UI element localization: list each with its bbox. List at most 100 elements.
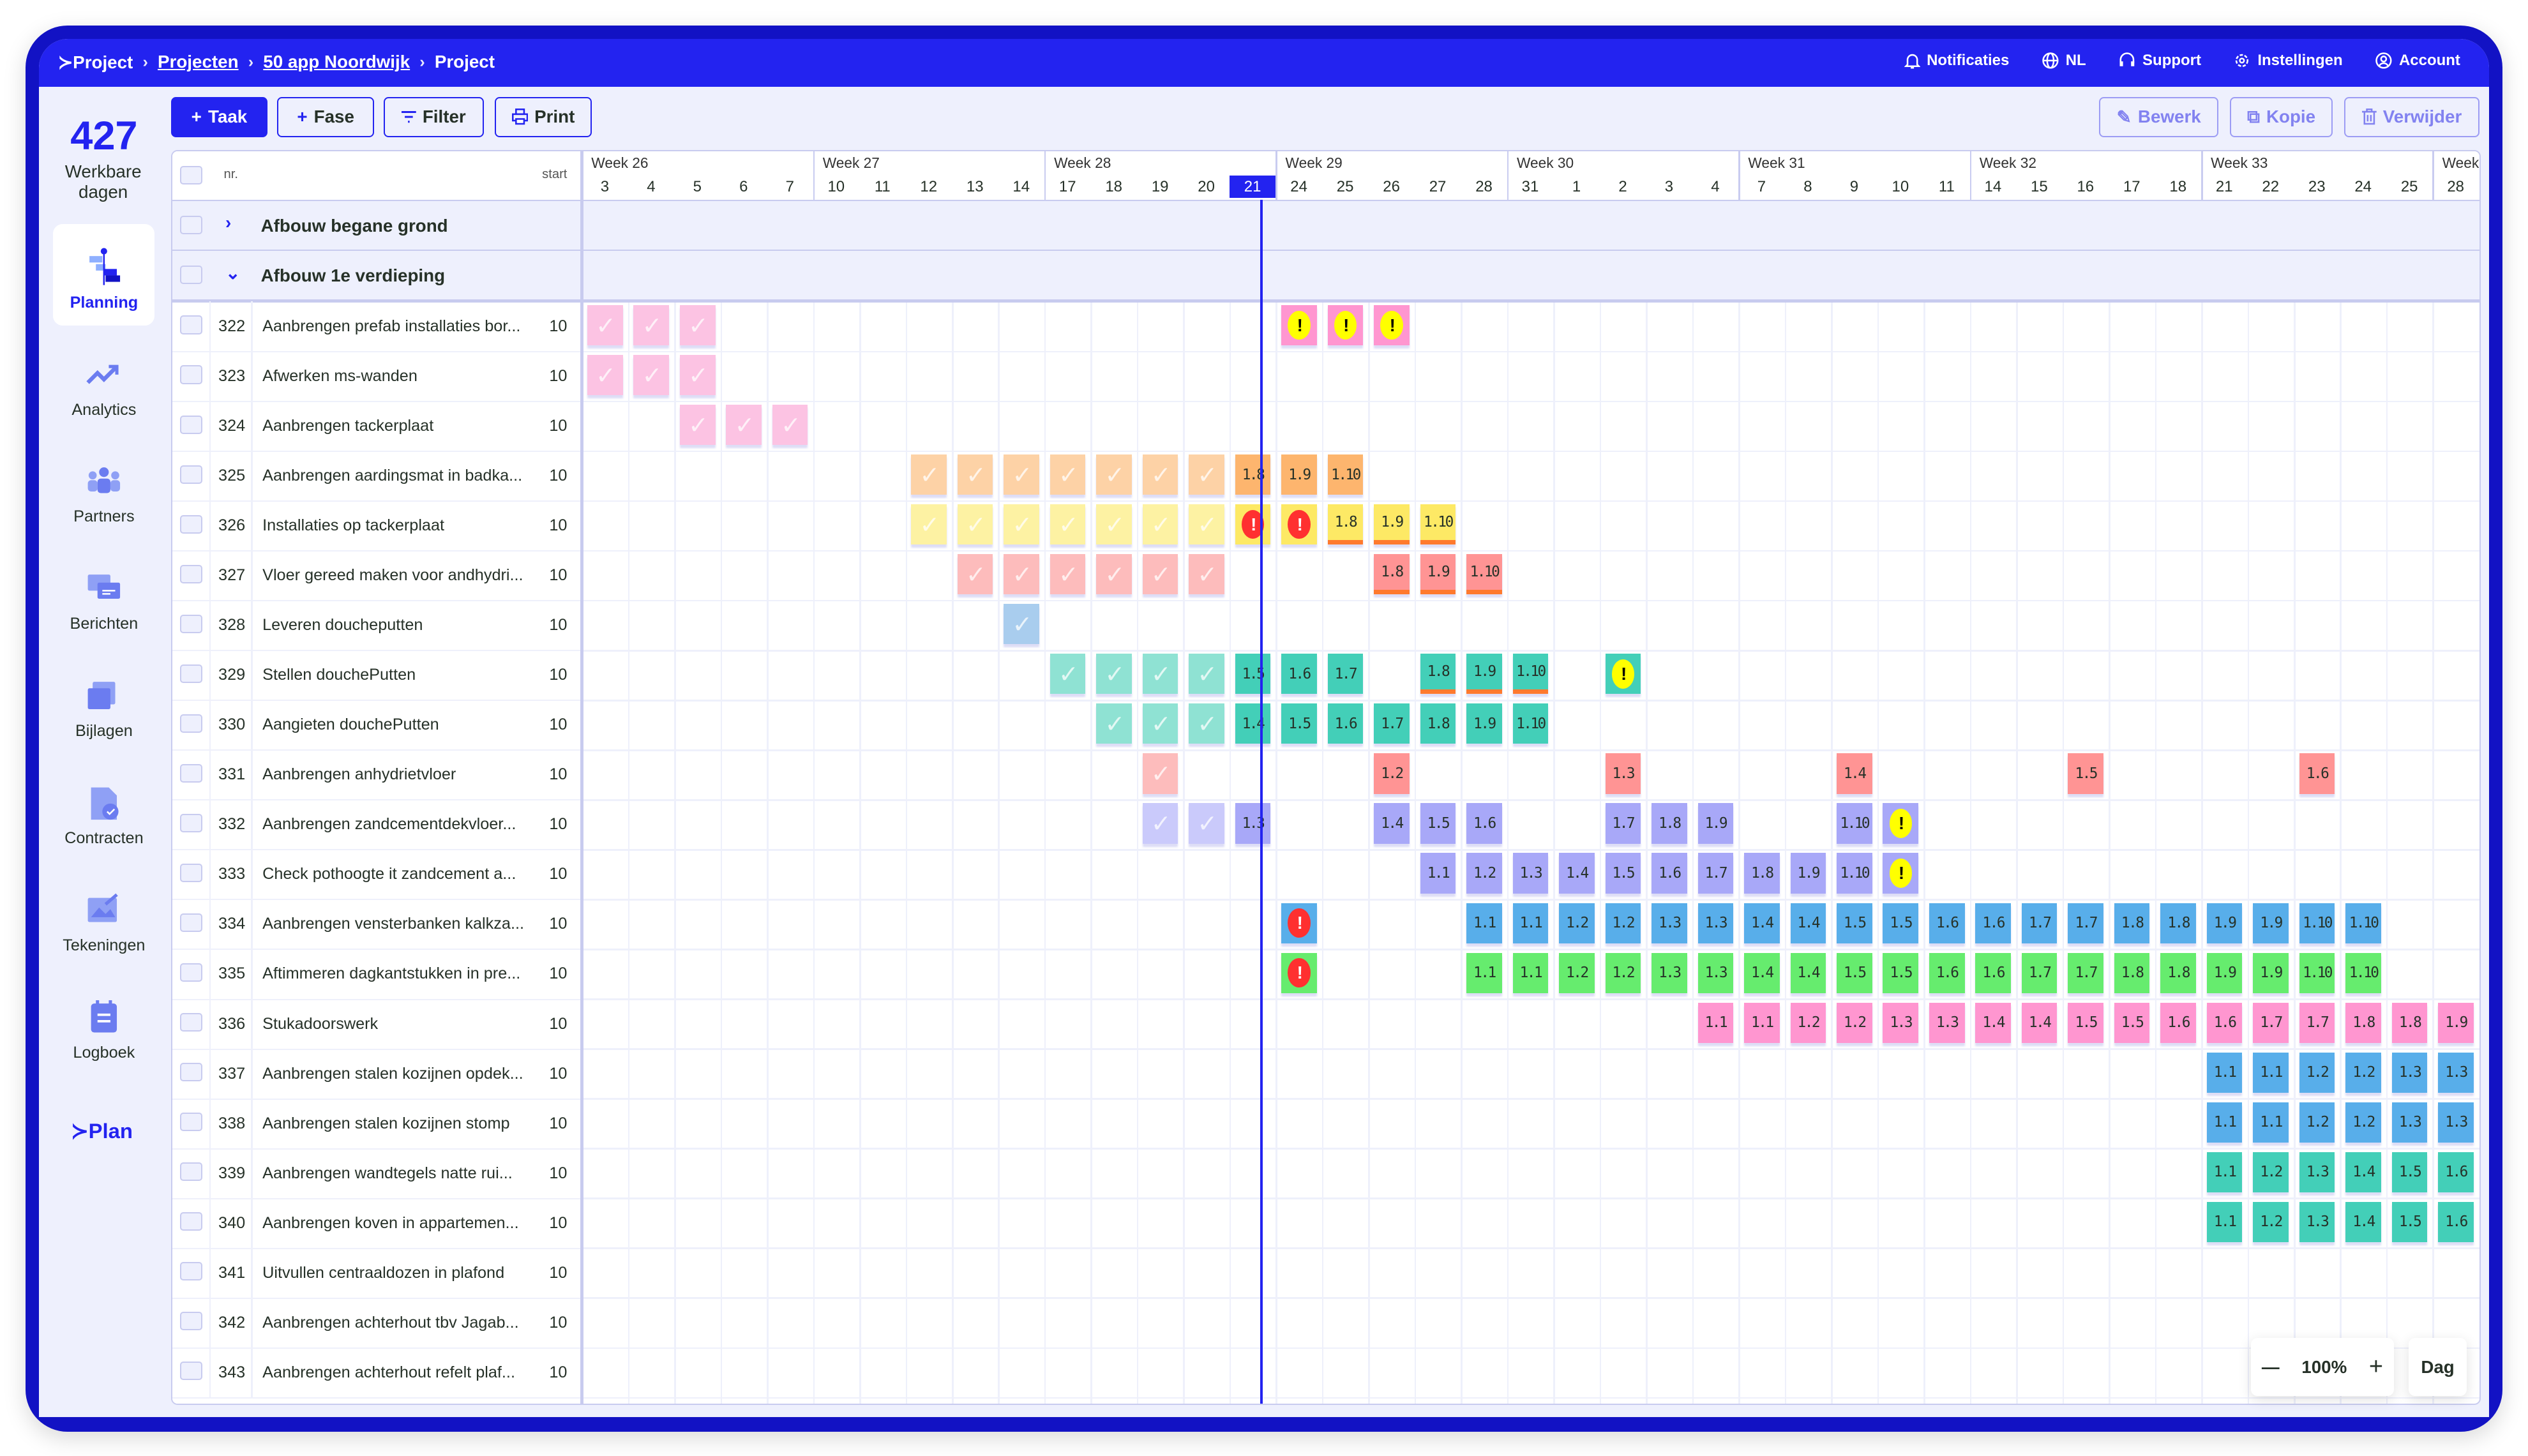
task-name[interactable]: Aanbrengen koven in appartemen... [262,1214,518,1233]
task-row[interactable]: 332 Aanbrengen zandcementdekvloer... 10 [172,799,580,851]
task-block[interactable]: 1.9 [2253,903,2289,943]
task-block-done[interactable]: ✓ [1096,504,1132,545]
day-label[interactable]: 22 [2248,176,2294,198]
day-label[interactable]: 9 [1831,176,1877,198]
task-block[interactable]: 1.7 [2068,952,2103,993]
day-label[interactable]: 28 [1461,176,1507,198]
row-checkbox[interactable] [180,1362,202,1381]
task-block[interactable]: 1.6 [2160,1002,2196,1043]
task-block-done[interactable]: ✓ [1142,654,1178,694]
task-block[interactable]: 1.10 [1512,654,1549,694]
row-checkbox[interactable] [180,564,202,583]
task-block[interactable]: 1.5 [1837,952,1872,993]
task-block-done[interactable]: ✓ [1189,554,1224,595]
task-block-done[interactable]: ✓ [911,454,947,495]
task-block-warning[interactable]: ! [1327,305,1364,346]
task-block[interactable]: 1.4 [1744,952,1780,993]
task-block[interactable]: 1.10 [1837,803,1872,844]
task-row[interactable]: 340 Aanbrengen koven in appartemen... 10 [172,1197,580,1249]
task-block[interactable]: 1.4 [1559,853,1595,894]
task-block-done[interactable]: ✓ [1050,554,1086,595]
task-name[interactable]: Stellen douchePutten [262,666,416,684]
task-block[interactable]: 1.4 [1744,903,1780,943]
row-checkbox[interactable] [180,763,202,783]
task-block[interactable]: 1.1 [2206,1102,2243,1143]
day-label[interactable]: 6 [721,176,767,198]
task-block[interactable]: 1.10 [2299,903,2335,943]
nav-instellingen[interactable]: Instellingen [2233,52,2343,70]
task-block-warning[interactable]: ! [1883,803,1919,844]
task-block-done[interactable]: ✓ [587,355,623,396]
task-block-done[interactable]: ✓ [1142,554,1178,595]
task-block[interactable]: 1.9 [2206,952,2243,993]
task-block[interactable]: 1.4 [1235,703,1271,744]
task-block[interactable]: 1.2 [1559,903,1595,943]
task-row[interactable]: 326 Installaties op tackerplaat 10 [172,500,580,552]
sidebar-item-bijlagen[interactable]: Bijlagen [53,653,154,754]
task-block[interactable]: 1.4 [2345,1201,2381,1242]
task-block[interactable]: 1.3 [2299,1201,2335,1242]
task-block-warning[interactable]: ! [1281,504,1317,545]
task-block[interactable]: 1.7 [2021,903,2058,943]
day-label[interactable]: 21 [2201,176,2247,198]
task-row[interactable]: 325 Aanbrengen aardingsmat in badka... 10 [172,450,580,502]
task-block[interactable]: 1.6 [1929,903,1965,943]
task-block[interactable]: 1.2 [2299,1052,2335,1093]
day-label[interactable]: 7 [1738,176,1784,198]
task-block[interactable]: 1.10 [1837,853,1872,894]
sidebar-item-partners[interactable]: Partners [53,439,154,540]
day-label[interactable]: 11 [859,176,905,198]
task-block[interactable]: 1.10 [2299,952,2335,993]
task-block[interactable]: 1.8 [2114,952,2150,993]
row-checkbox[interactable] [180,315,202,334]
task-row[interactable]: 343 Aanbrengen achterhout refelt plaf... 1… [172,1347,580,1399]
task-block[interactable]: 1.8 [1420,703,1456,744]
task-block[interactable]: 1.5 [2068,1002,2103,1043]
task-name[interactable]: Aftimmeren dagkantstukken in pre... [262,964,520,983]
row-checkbox[interactable] [180,215,202,235]
task-block[interactable]: 1.2 [2299,1102,2335,1143]
task-block[interactable]: 1.6 [1975,903,2011,943]
task-block[interactable]: 1.2 [1374,753,1410,794]
task-block-done[interactable]: ✓ [957,504,993,545]
task-block[interactable]: 1.4 [1975,1002,2011,1043]
day-label[interactable]: 25 [2386,176,2432,198]
day-label[interactable]: 4 [1692,176,1738,198]
task-block[interactable]: 1.3 [1883,1002,1919,1043]
nav-support[interactable]: Support [2118,52,2201,70]
add-phase-button[interactable]: + Fase [277,96,374,137]
task-block[interactable]: 1.6 [1929,952,1965,993]
print-button[interactable]: Print [495,96,592,137]
task-block[interactable]: 1.5 [2068,753,2103,794]
task-block[interactable]: 1.7 [2021,952,2058,993]
task-row[interactable]: 337 Aanbrengen stalen kozijnen opdek... 10 [172,1048,580,1100]
sidebar-item-logboek[interactable]: Logboek [53,975,154,1076]
task-block[interactable]: 1.2 [1837,1002,1872,1043]
task-block[interactable]: 1.3 [1512,853,1549,894]
task-block-done[interactable]: ✓ [1004,604,1039,645]
task-block[interactable]: 1.6 [2438,1201,2474,1242]
task-block[interactable]: 1.3 [1697,952,1734,993]
task-block-done[interactable]: ✓ [1050,654,1086,694]
day-label[interactable]: 10 [813,176,859,198]
row-checkbox[interactable] [180,813,202,833]
task-block-warning[interactable]: ! [1235,504,1271,545]
day-label[interactable]: 15 [2016,176,2062,198]
task-block-done[interactable]: ✓ [1189,504,1224,545]
task-name[interactable]: Aanbrengen wandtegels natte rui... [262,1164,513,1183]
task-block[interactable]: 1.7 [1374,703,1410,744]
task-block[interactable]: 1.4 [2345,1152,2381,1192]
task-block[interactable]: 1.2 [1559,952,1595,993]
task-block[interactable]: 1.6 [2438,1152,2474,1192]
task-row[interactable]: 336 Stukadoorswerk 10 [172,998,580,1050]
day-label[interactable]: 20 [1183,176,1229,198]
task-block[interactable]: 1.7 [2068,903,2103,943]
task-name[interactable]: Aanbrengen anhydrietvloer [262,765,456,784]
task-block-done[interactable]: ✓ [1142,703,1178,744]
row-checkbox[interactable] [180,415,202,434]
day-label[interactable]: 28 [2432,176,2478,198]
task-block[interactable]: 1.1 [2206,1201,2243,1242]
task-block[interactable]: 1.6 [2299,753,2335,794]
task-block-done[interactable]: ✓ [772,405,808,446]
task-block-done[interactable]: ✓ [1096,654,1132,694]
